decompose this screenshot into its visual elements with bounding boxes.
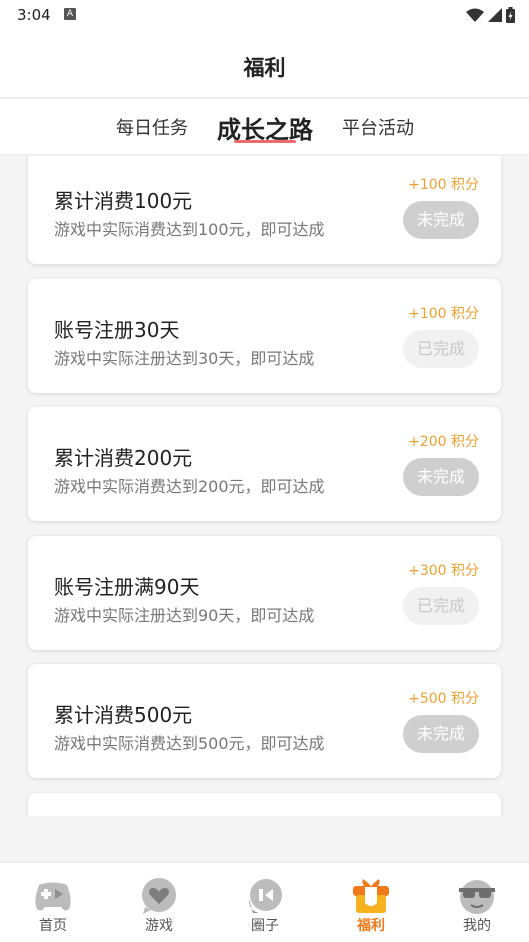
task-card: 累计消费200元 游戏中实际消费达到200元，即可达成 +200 积分 未完成 — [28, 407, 501, 521]
circle-chat-icon — [249, 879, 282, 913]
task-desc: 游戏中实际注册达到30天，即可达成 — [54, 349, 315, 368]
status-icons — [466, 6, 515, 24]
task-list[interactable]: 累计消费100元 游戏中实际消费达到100元，即可达成 +100 积分 未完成 … — [0, 156, 529, 816]
task-card: 累计消费100元 游戏中实际消费达到100元，即可达成 +100 积分 未完成 — [28, 156, 501, 264]
tab-platform-events[interactable]: 平台活动 — [330, 99, 426, 155]
gamepad-icon — [35, 882, 71, 911]
nav-item-welfare[interactable]: 福利 — [318, 863, 424, 942]
task-points: +200 积分 — [408, 434, 479, 450]
signal-icon — [488, 8, 502, 22]
gift-icon — [353, 879, 389, 913]
active-tab-indicator — [234, 140, 296, 143]
task-desc: 游戏中实际消费达到100元，即可达成 — [54, 220, 325, 239]
heart-bubble-icon — [142, 878, 176, 914]
task-points: +100 积分 — [408, 177, 479, 193]
task-card: 累计消费500元 游戏中实际消费达到500元，即可达成 +500 积分 未完成 — [28, 664, 501, 778]
task-card-partial — [28, 793, 501, 816]
wifi-icon — [466, 8, 484, 22]
tab-bar: 每日任务 成长之路 平台活动 — [0, 99, 529, 155]
nav-item-games[interactable]: 游戏 — [106, 863, 212, 942]
nav-label: 我的 — [463, 918, 491, 934]
task-card: 账号注册30天 游戏中实际注册达到30天，即可达成 +100 积分 已完成 — [28, 279, 501, 393]
task-points: +100 积分 — [408, 306, 479, 322]
task-desc: 游戏中实际消费达到200元，即可达成 — [54, 477, 325, 496]
task-status-button[interactable]: 已完成 — [403, 587, 479, 625]
tab-growth-path[interactable]: 成长之路 — [206, 99, 324, 155]
notification-icon: A — [64, 8, 76, 20]
header: 福利 — [0, 30, 529, 98]
nav-label: 福利 — [357, 918, 385, 934]
task-card: 账号注册满90天 游戏中实际注册达到90天，即可达成 +300 积分 已完成 — [28, 536, 501, 650]
status-time: 3:04 — [17, 6, 51, 24]
tab-daily-tasks[interactable]: 每日任务 — [104, 99, 200, 155]
page-title: 福利 — [243, 56, 286, 80]
sunglasses-face-icon — [459, 880, 495, 914]
battery-icon — [506, 7, 515, 23]
task-status-button[interactable]: 已完成 — [403, 330, 479, 368]
nav-item-mine[interactable]: 我的 — [424, 863, 529, 942]
task-title: 累计消费200元 — [54, 446, 193, 470]
task-title: 账号注册30天 — [54, 318, 180, 342]
task-desc: 游戏中实际消费达到500元，即可达成 — [54, 734, 325, 753]
status-bar: 3:04 A — [0, 0, 529, 30]
task-status-button[interactable]: 未完成 — [403, 458, 479, 496]
task-title: 累计消费100元 — [54, 189, 193, 213]
nav-label: 游戏 — [145, 918, 173, 934]
nav-label: 圈子 — [251, 918, 279, 934]
task-title: 累计消费500元 — [54, 703, 193, 727]
bottom-nav: 首页 游戏 圈子 福利 我的 — [0, 862, 529, 942]
task-points: +300 积分 — [408, 563, 479, 579]
nav-item-home[interactable]: 首页 — [0, 863, 106, 942]
task-status-button[interactable]: 未完成 — [403, 201, 479, 239]
nav-label: 首页 — [39, 918, 67, 934]
task-desc: 游戏中实际注册达到90天，即可达成 — [54, 606, 315, 625]
task-points: +500 积分 — [408, 691, 479, 707]
task-title: 账号注册满90天 — [54, 575, 200, 599]
nav-item-circle[interactable]: 圈子 — [212, 863, 318, 942]
task-status-button[interactable]: 未完成 — [403, 715, 479, 753]
